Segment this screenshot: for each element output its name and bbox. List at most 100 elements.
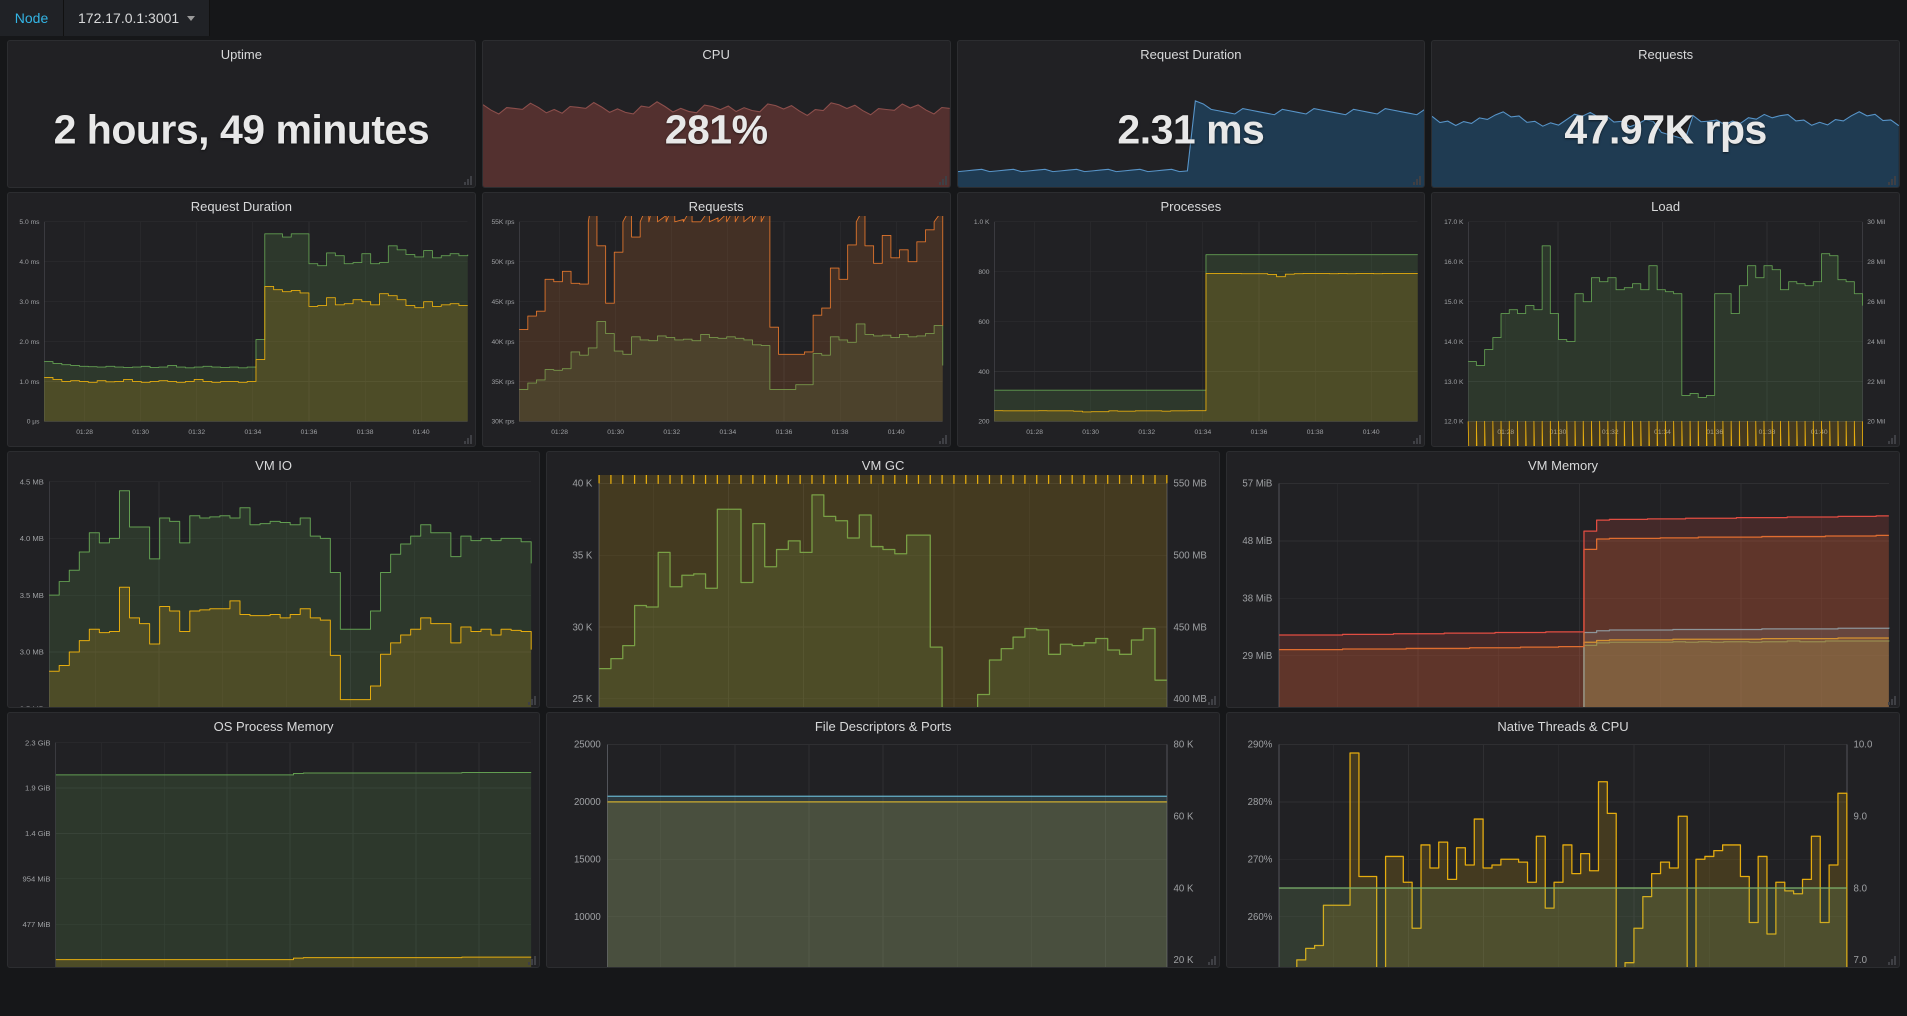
dashboard-grid: Uptime 2 hours, 49 minutes CPU 281% Request … [0, 36, 1907, 974]
graph-plot-area[interactable]: 0 B477 MiB954 MiB1.4 GiB1.9 GiB2.3 GiB01… [8, 736, 539, 967]
y-axis-tick-label: 1.0 ms [19, 379, 40, 386]
panel-resize-handle[interactable] [1886, 955, 1896, 965]
panel-title: VM IO [255, 458, 292, 473]
y-axis-tick-label: 15000 [574, 855, 601, 866]
y-axis-right-tick-label: 28 Mil [1867, 259, 1885, 266]
x-axis-tick-label: 01:40 [888, 429, 905, 436]
graph-panel-vm-gc[interactable]: VM GC 20 K25 K30 K35 K40 K350 MB400 MB450… [546, 451, 1221, 708]
stat-panel-requests[interactable]: Requests 47.97K rps [1431, 40, 1900, 188]
y-axis-right-tick-label: 80 K [1174, 740, 1194, 751]
y-axis-tick-label: 4.5 MB [20, 477, 44, 486]
panel-resize-handle[interactable] [1206, 955, 1217, 965]
panel-resize-handle[interactable] [937, 434, 947, 444]
chevron-down-icon [187, 15, 196, 21]
panel-resize-handle[interactable] [1886, 434, 1896, 444]
y-axis-tick-label: 2.5 MB [20, 704, 44, 708]
stat-body: 47.97K rps [1432, 64, 1899, 187]
y-axis-right-tick-label: 40 K [1174, 883, 1194, 894]
graph-panel-vm-io[interactable]: VM IO 2.5 MB3.0 MB3.5 MB4.0 MB4.5 MB01:28… [7, 451, 541, 708]
y-axis-tick-label: 954 MiB [23, 875, 51, 884]
graph-panel-requests[interactable]: Requests 30K rps 35K rps 40K rps 45K rps 50K … [481, 192, 951, 447]
x-axis-tick-label: 01:28 [76, 429, 93, 436]
panel-resize-handle[interactable] [526, 955, 537, 965]
x-axis-tick-label: 01:32 [1138, 429, 1155, 436]
x-axis-tick-label: 01:38 [1306, 429, 1323, 436]
panel-resize-handle[interactable] [937, 175, 947, 185]
panel-resize-handle[interactable] [1206, 695, 1217, 705]
x-axis-tick-label: 01:38 [831, 429, 848, 436]
y-axis-tick-label: 12.0 K [1444, 419, 1464, 426]
y-axis-tick-label: 40K rps [491, 339, 515, 346]
panel-resize-handle[interactable] [1886, 695, 1896, 705]
nav-variable-label: Node [0, 0, 64, 36]
nav-variable-value: 172.17.0.1:3001 [78, 10, 180, 26]
y-axis-tick-label: 29 MiB [1242, 651, 1272, 662]
x-axis-tick-label: 01:36 [775, 429, 792, 436]
x-axis-tick-label: 01:36 [301, 429, 318, 436]
y-axis-right-tick-label: 7.0 [1854, 955, 1867, 966]
graph-panel-native-threads-cpu[interactable]: Native Threads & CPU 240%250%260%270%280%… [1226, 712, 1900, 968]
dashboard-row-4: OS Process Memory 0 B 477 MiB 954 MiB 1.4 Gi… [4, 710, 1903, 970]
stat-panel-request-duration[interactable]: Request Duration 2.31 ms [956, 40, 1426, 188]
x-axis-tick-label: 01:30 [132, 429, 149, 436]
panel-resize-handle[interactable] [1411, 434, 1422, 444]
panel-resize-handle[interactable] [462, 175, 472, 185]
graph-plot-area[interactable]: 0 µs 1.0 ms 2.0 ms 3.0 ms 4.0 ms 5.0 ms 01:28 0… [8, 216, 475, 446]
y-axis-tick-label: 270% [1248, 855, 1273, 866]
stat-value: 281% [664, 105, 768, 152]
top-navbar: Node 172.17.0.1:3001 [0, 0, 1907, 36]
nav-variable-node-select[interactable]: 172.17.0.1:3001 [64, 0, 211, 36]
chart-svg: 12.0 K 13.0 K 14.0 K 15.0 K 16.0 K 17.0 K 20 M… [1444, 219, 1886, 446]
graph-panel-processes[interactable]: Processes 200 400 600 800 1.0 K 01:28 01:30 01:3… [956, 192, 1426, 447]
graph-plot-area[interactable]: 2.5 MB3.0 MB3.5 MB4.0 MB4.5 MB01:2801:30… [8, 475, 539, 708]
stat-panel-uptime[interactable]: Uptime 2 hours, 49 minutes [7, 40, 476, 188]
panel-title: Load [1651, 199, 1681, 214]
graph-plot-area[interactable]: 10 MiB19 MiB29 MiB38 MiB48 MiB57 MiB01:2… [1227, 475, 1899, 707]
series-context-switches [1468, 245, 1864, 422]
y-axis-tick-label: 4.0 ms [19, 259, 40, 266]
graph-plot-area[interactable]: 20 K25 K30 K35 K40 K350 MB400 MB450 MB50… [547, 475, 1219, 707]
x-axis-tick-label: 01:34 [1194, 429, 1211, 436]
panel-title: Request Duration [190, 199, 292, 214]
panel-resize-handle[interactable] [1886, 175, 1896, 185]
graph-plot-area[interactable]: 0500010000150002000025000020 K40 K60 K80… [547, 736, 1219, 967]
panel-resize-handle[interactable] [462, 434, 472, 444]
stat-panel-cpu[interactable]: CPU 281% [481, 40, 951, 188]
y-axis-tick-label: 13.0 K [1444, 379, 1464, 386]
chart-svg: 0 B477 MiB954 MiB1.4 GiB1.9 GiB2.3 GiB01… [23, 738, 532, 967]
graph-panel-os-process-memory[interactable]: OS Process Memory 0 B 477 MiB 954 MiB 1.4 Gi… [7, 712, 541, 968]
panel-resize-handle[interactable] [526, 695, 537, 705]
y-axis-tick-label: 800 [978, 269, 989, 276]
stat-body: 2 hours, 49 minutes [8, 64, 475, 187]
panel-title: Request Duration [1140, 47, 1242, 62]
chart-svg: 2.5 MB3.0 MB3.5 MB4.0 MB4.5 MB01:2801:30… [20, 477, 532, 708]
y-axis-tick-label: 477 MiB [23, 920, 51, 929]
x-axis-tick-label: 01:28 [1026, 429, 1043, 436]
y-axis-tick-label: 3.0 ms [19, 299, 40, 306]
stat-body: 2.31 ms [957, 64, 1425, 187]
graph-plot-area[interactable]: 12.0 K 13.0 K 14.0 K 15.0 K 16.0 K 17.0 K 20 M… [1432, 216, 1899, 446]
graph-plot-area[interactable]: 240%250%260%270%280%290%6.07.08.09.010.0… [1227, 736, 1899, 967]
panel-title: Native Threads & CPU [1497, 719, 1629, 734]
dashboard-row-2: Request Duration 0 µs 1.0 ms 2.0 ms 3.0 ms 4.… [4, 190, 1903, 449]
graph-plot-area[interactable]: 30K rps 35K rps 40K rps 45K rps 50K rps 55K r… [483, 216, 950, 446]
graph-panel-load[interactable]: Load 12.0 K 13.0 K 14.0 K 15.0 K 16.0 K 17.0 K… [1431, 192, 1900, 447]
panel-resize-handle[interactable] [1411, 175, 1422, 185]
panel-title: VM GC [861, 458, 905, 473]
y-axis-tick-label: 0 µs [27, 419, 40, 426]
y-axis-tick-label: 25000 [574, 740, 601, 751]
graph-panel-file-descriptors-ports[interactable]: File Descriptors & Ports0500010000150002… [546, 712, 1221, 968]
graph-panel-request-duration[interactable]: Request Duration 0 µs 1.0 ms 2.0 ms 3.0 ms 4.… [7, 192, 476, 447]
x-axis-tick-label: 01:38 [357, 429, 374, 436]
x-axis-tick-label: 01:34 [719, 429, 736, 436]
y-axis-tick-label: 45K rps [491, 299, 515, 306]
x-axis-tick-label: 01:40 [413, 429, 430, 436]
y-axis-tick-label: 1.0 K [973, 219, 989, 226]
graph-plot-area[interactable]: 200 400 600 800 1.0 K 01:28 01:30 01:32 01:34 01:… [958, 216, 1425, 446]
chart-svg: 240%250%260%270%280%290%6.07.08.09.010.0… [1248, 740, 1872, 967]
graph-panel-vm-memory[interactable]: VM Memory10 MiB19 MiB29 MiB38 MiB48 MiB5… [1226, 451, 1900, 708]
y-axis-right-tick-label: 450 MB [1174, 622, 1207, 633]
x-axis-tick-label: 01:30 [607, 429, 624, 436]
y-axis-tick-label: 35 K [573, 551, 593, 562]
y-axis-right-tick-label: 60 K [1174, 812, 1194, 823]
